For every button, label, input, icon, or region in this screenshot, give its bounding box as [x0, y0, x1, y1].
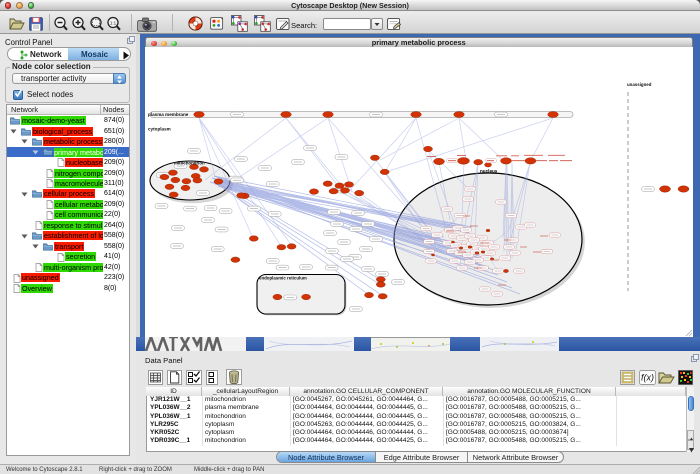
svg-text:nucleus: nucleus — [480, 169, 498, 174]
svg-text:mitochondrion: mitochondrion — [174, 161, 205, 166]
svg-text:unassigned: unassigned — [627, 82, 652, 87]
svg-text:plasma membrane: plasma membrane — [148, 112, 189, 117]
svg-text:endoplasmic reticulum: endoplasmic reticulum — [259, 276, 307, 281]
svg-text:f(x): f(x) — [641, 372, 654, 382]
svg-text:1:1: 1:1 — [110, 20, 117, 25]
svg-text:cytoplasm: cytoplasm — [148, 127, 171, 132]
